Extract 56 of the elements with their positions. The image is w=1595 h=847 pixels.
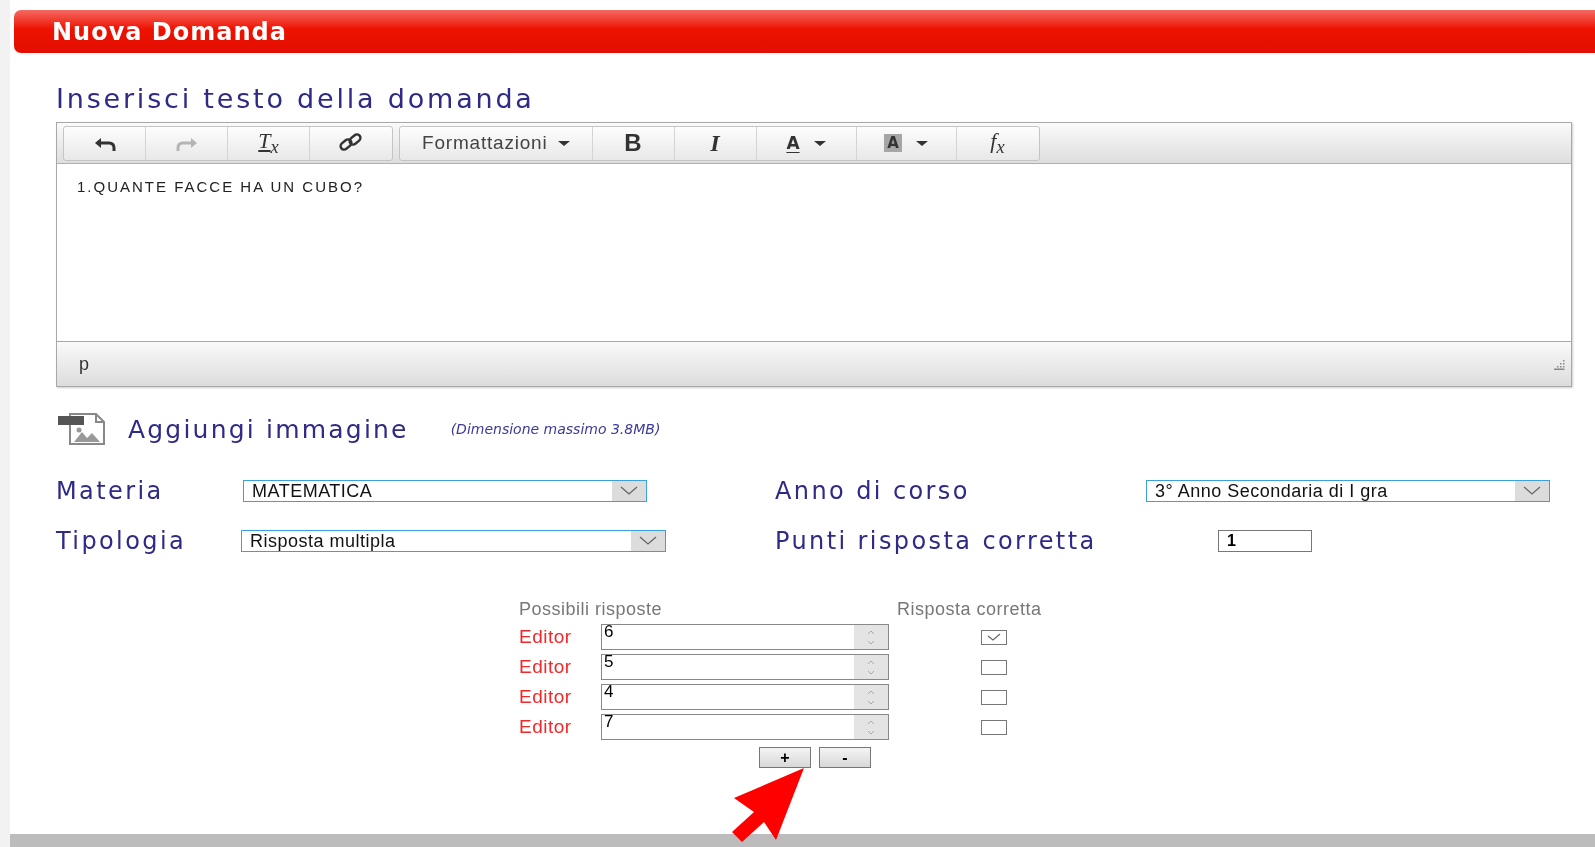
editor-link[interactable]: Editor: [519, 656, 601, 678]
chevron-down-icon: [620, 486, 638, 496]
field-label: Anno di corso: [775, 477, 971, 505]
column-header: Risposta corretta: [896, 599, 1043, 620]
italic-button[interactable]: I: [674, 126, 757, 160]
background-color-button[interactable]: A: [856, 126, 957, 160]
scroll-up-icon[interactable]: [867, 689, 875, 695]
editor-link[interactable]: Editor: [519, 626, 601, 648]
scroll-down-icon[interactable]: [867, 699, 875, 705]
column-header: Possibili risposte: [519, 599, 664, 620]
editor-link[interactable]: Editor: [519, 716, 601, 738]
select-field[interactable]: MATEMATICA: [243, 480, 647, 502]
scroll-down-icon[interactable]: [867, 729, 875, 735]
checkbox[interactable]: [981, 629, 1007, 645]
size-limit-note: (Dimensione massimo 3.8MB): [450, 421, 661, 437]
remove-button[interactable]: -: [819, 747, 871, 768]
checkbox[interactable]: [981, 659, 1007, 675]
section-heading: Inserisci testo della domanda: [56, 83, 536, 114]
field-label: Tipologia: [56, 527, 188, 555]
scrollbar[interactable]: [854, 715, 888, 739]
text-color-button[interactable]: A: [756, 126, 857, 160]
input-field[interactable]: 1: [1218, 530, 1312, 552]
scroll-up-icon[interactable]: [867, 719, 875, 725]
element-path[interactable]: p: [79, 353, 89, 375]
editor-link[interactable]: Editor: [519, 686, 601, 708]
answer-field[interactable]: 5: [601, 654, 889, 680]
chevron-down-icon: [639, 536, 657, 546]
scroll-down-icon[interactable]: [867, 669, 875, 675]
formula-button[interactable]: f$_{x}$: [956, 126, 1039, 160]
scroll-up-icon[interactable]: [867, 659, 875, 665]
page-title: Nuova Domanda: [52, 17, 287, 46]
add-image-link[interactable]: Aggiungi immagine: [128, 414, 409, 444]
caret-icon: [813, 140, 826, 146]
caret-icon: [557, 140, 570, 146]
scrollbar[interactable]: [854, 685, 888, 709]
checkbox[interactable]: [981, 689, 1007, 705]
answer-field[interactable]: 4: [601, 684, 889, 710]
caret-icon: [915, 140, 928, 146]
select-field[interactable]: Risposta multipla: [241, 530, 666, 552]
format-dropdown[interactable]: Formattazioni: [400, 126, 593, 160]
bold-button[interactable]: B: [592, 126, 675, 160]
select-field[interactable]: 3° Anno Secondaria di I gra: [1146, 480, 1550, 502]
resize-grip-icon[interactable]: [1553, 358, 1565, 370]
check-icon: [986, 632, 1002, 642]
add-button[interactable]: +: [759, 747, 811, 768]
field-label: Punti risposta corretta: [775, 527, 1098, 555]
answer-field[interactable]: 7: [601, 714, 889, 740]
answer-field[interactable]: 6: [601, 624, 889, 650]
checkbox[interactable]: [981, 719, 1007, 735]
scroll-up-icon[interactable]: [867, 629, 875, 635]
scrollbar[interactable]: [854, 625, 888, 649]
editor-content[interactable]: 1.QUANTE FACCE HA UN CUBO?: [57, 164, 1571, 341]
field-label: Materia: [56, 477, 165, 505]
scrollbar[interactable]: [854, 655, 888, 679]
scroll-down-icon[interactable]: [867, 639, 875, 645]
chevron-down-icon: [1523, 486, 1541, 496]
